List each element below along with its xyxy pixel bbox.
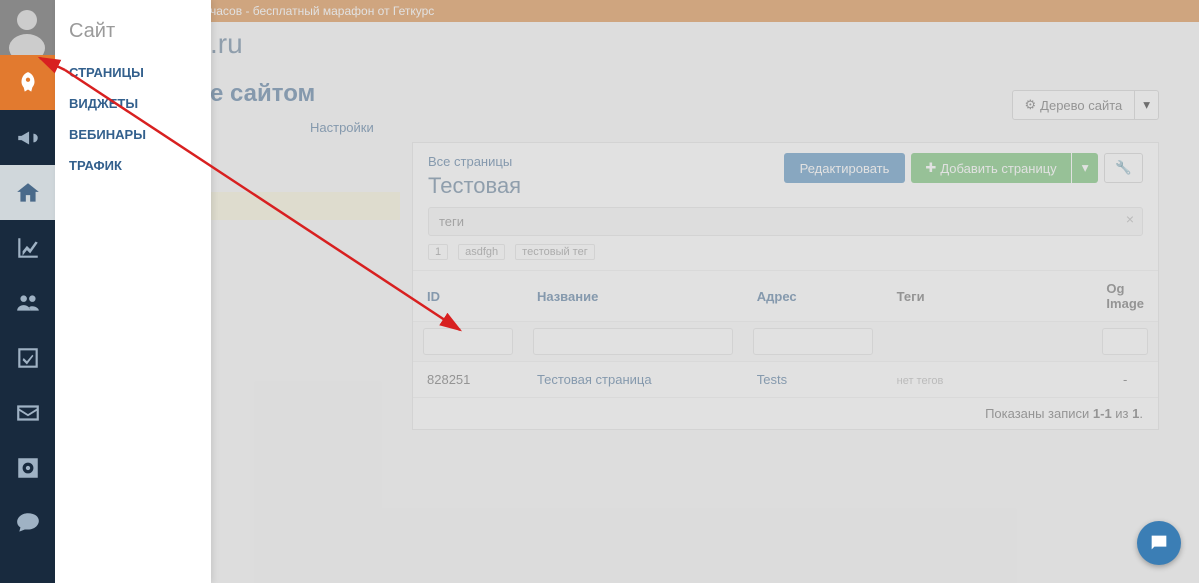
submenu-webinars[interactable]: ВЕБИНАРЫ xyxy=(55,119,211,150)
col-addr[interactable]: Адрес xyxy=(743,271,883,322)
nav-users[interactable] xyxy=(0,275,55,330)
page-name-link[interactable]: Тестовая страница xyxy=(537,372,652,387)
cell-tags: нет тегов xyxy=(897,375,944,387)
filter-og[interactable] xyxy=(1102,328,1148,355)
wrench-button[interactable]: 🔧 xyxy=(1104,153,1143,183)
tag-chip[interactable]: 1 xyxy=(428,244,448,260)
cell-og: - xyxy=(1092,362,1158,398)
filter-addr[interactable] xyxy=(753,328,873,355)
megaphone-icon xyxy=(15,125,41,151)
submenu-widgets[interactable]: ВИДЖЕТЫ xyxy=(55,88,211,119)
nav-megaphone[interactable] xyxy=(0,110,55,165)
filter-id[interactable] xyxy=(423,328,513,355)
gear-icon: ⚙ xyxy=(1025,97,1037,113)
site-tree-label: Дерево сайта xyxy=(1040,98,1122,113)
table-row[interactable]: 828251 Тестовая страница Tests нет тегов… xyxy=(413,362,1158,398)
page-addr-link[interactable]: Tests xyxy=(757,372,787,387)
tags-input[interactable] xyxy=(428,207,1143,236)
chat-icon xyxy=(15,510,41,536)
mail-icon xyxy=(15,400,41,426)
pages-panel: Все страницы Тестовая Редактировать ✚ До… xyxy=(412,142,1159,430)
chat-bubble-icon xyxy=(1148,532,1170,554)
chart-icon xyxy=(15,235,41,261)
col-og: Og Image xyxy=(1092,271,1158,322)
submenu-traffic[interactable]: ТРАФИК xyxy=(55,150,211,181)
cell-id: 828251 xyxy=(413,362,523,398)
col-id[interactable]: ID xyxy=(413,271,523,322)
nav-cog-box[interactable] xyxy=(0,440,55,495)
site-submenu: Сайт СТРАНИЦЫ ВИДЖЕТЫ ВЕБИНАРЫ ТРАФИК xyxy=(55,0,211,583)
submenu-pages[interactable]: СТРАНИЦЫ xyxy=(55,57,211,88)
add-page-caret[interactable]: ▾ xyxy=(1072,153,1099,183)
filter-name[interactable] xyxy=(533,328,733,355)
nav-chat[interactable] xyxy=(0,495,55,550)
col-name[interactable]: Название xyxy=(523,271,743,322)
site-tree-button[interactable]: ⚙ Дерево сайта xyxy=(1012,90,1136,120)
avatar[interactable] xyxy=(0,0,55,55)
settings-link[interactable]: Настройки xyxy=(310,120,374,135)
home-icon xyxy=(15,180,41,206)
plus-icon: ✚ xyxy=(925,160,936,176)
nav-chart[interactable] xyxy=(0,220,55,275)
nav-rocket[interactable] xyxy=(0,55,55,110)
site-domain: .ru xyxy=(210,28,1169,60)
left-nav-rail xyxy=(0,0,55,583)
tag-chip[interactable]: asdfgh xyxy=(458,244,505,260)
add-page-button[interactable]: ✚ Добавить страницу xyxy=(911,153,1070,183)
add-page-label: Добавить страницу xyxy=(940,161,1056,176)
all-pages-link[interactable]: Все страницы xyxy=(428,154,512,169)
rocket-icon xyxy=(15,70,41,96)
chat-fab[interactable] xyxy=(1137,521,1181,565)
edit-button[interactable]: Редактировать xyxy=(784,153,906,183)
clear-tags-icon[interactable]: × xyxy=(1126,211,1134,227)
nav-mail[interactable] xyxy=(0,385,55,440)
gear-box-icon xyxy=(15,455,41,481)
nav-check[interactable] xyxy=(0,330,55,385)
col-tags: Теги xyxy=(883,271,1093,322)
check-icon xyxy=(15,345,41,371)
table-summary: Показаны записи 1-1 из 1. xyxy=(413,398,1158,429)
wrench-icon: 🔧 xyxy=(1115,160,1132,175)
users-icon xyxy=(15,290,41,316)
submenu-title: Сайт xyxy=(55,16,211,57)
nav-home[interactable] xyxy=(0,165,55,220)
tag-chip[interactable]: тестовый тег xyxy=(515,244,595,260)
site-tree-caret[interactable]: ▾ xyxy=(1135,90,1159,120)
